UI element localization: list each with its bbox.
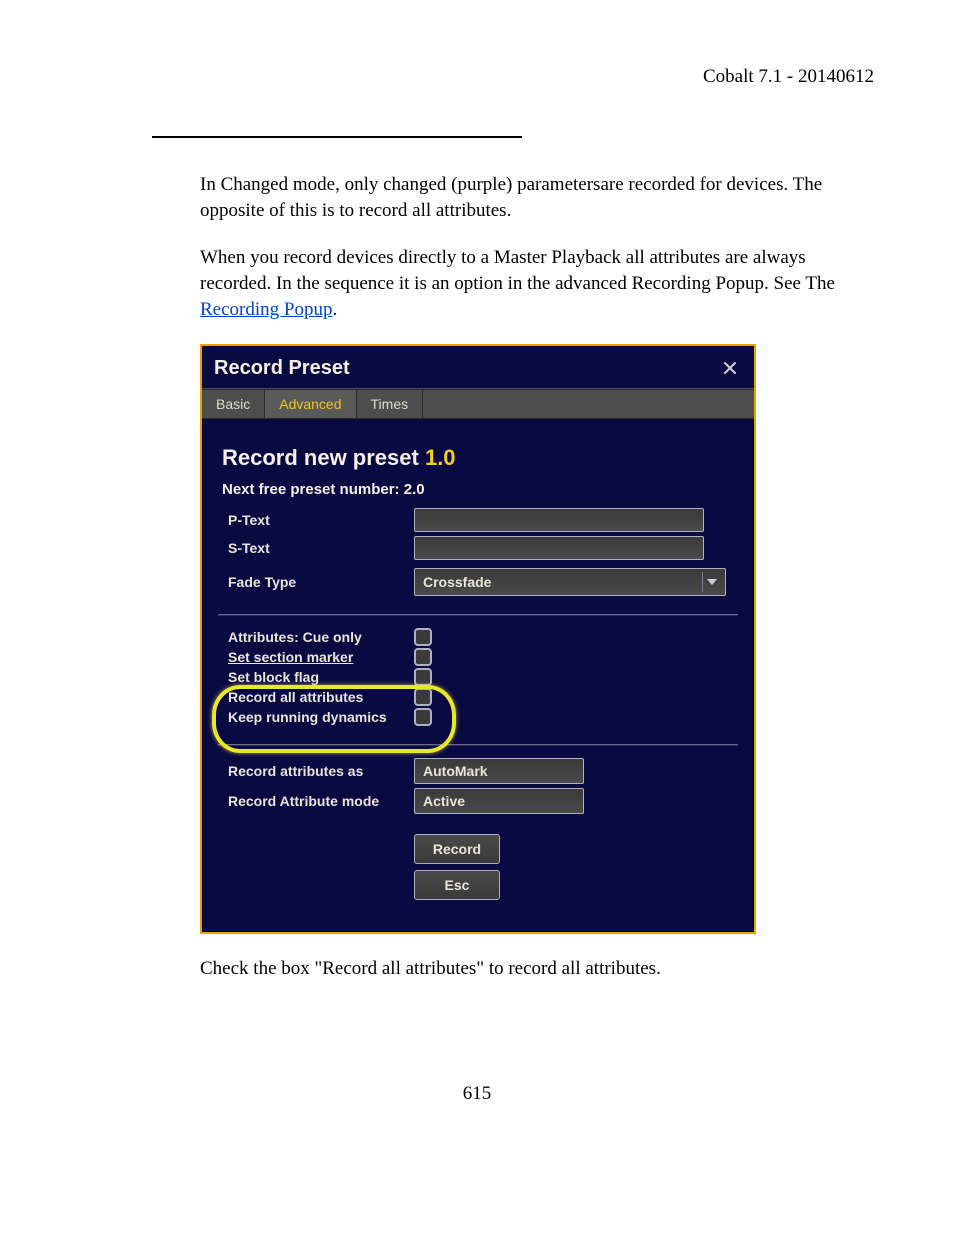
ptext-label: P-Text [218, 512, 414, 528]
record-attrs-as-label: Record attributes as [218, 763, 414, 779]
set-block-flag-checkbox[interactable] [414, 668, 432, 686]
tab-advanced[interactable]: Advanced [265, 390, 356, 418]
paragraph-2-text-a: When you record devices directly to a Ma… [200, 247, 835, 294]
heading-number: 1.0 [425, 445, 456, 470]
dialog-titlebar: Record Preset [202, 346, 754, 389]
section-divider [152, 136, 522, 138]
page-number: 615 [0, 1083, 954, 1105]
record-attrs-as-select[interactable]: AutoMark [414, 758, 584, 784]
divider-1 [218, 614, 738, 616]
record-button[interactable]: Record [414, 834, 500, 864]
record-attr-mode-select[interactable]: Active [414, 788, 584, 814]
close-icon[interactable] [718, 356, 742, 380]
record-preset-dialog: Record Preset Basic Advanced Times Recor… [200, 344, 756, 934]
ptext-input[interactable] [414, 508, 704, 532]
fadetype-value: Crossfade [423, 574, 491, 590]
fadetype-label: Fade Type [218, 574, 414, 590]
stext-label: S-Text [218, 540, 414, 556]
keep-running-dynamics-checkbox[interactable] [414, 708, 432, 726]
paragraph-2-text-b: . [332, 299, 337, 320]
header-version: Cobalt 7.1 - 20140612 [80, 66, 874, 88]
fadetype-select[interactable]: Crossfade [414, 568, 726, 596]
recording-popup-link[interactable]: Recording Popup [200, 299, 332, 320]
stext-input[interactable] [414, 536, 704, 560]
record-attrs-as-value: AutoMark [423, 763, 488, 779]
record-all-attributes-label: Record all attributes [218, 689, 414, 705]
paragraph-1: In Changed mode, only changed (purple) p… [200, 172, 874, 223]
divider-2 [218, 744, 738, 746]
tab-basic[interactable]: Basic [202, 390, 265, 418]
chevron-down-icon [702, 572, 721, 592]
record-attr-mode-value: Active [423, 793, 465, 809]
content-heading: Record new preset 1.0 [222, 445, 738, 471]
set-section-marker-checkbox[interactable] [414, 648, 432, 666]
set-block-flag-label: Set block flag [218, 669, 414, 685]
attrs-cue-only-checkbox[interactable] [414, 628, 432, 646]
next-free-value: 2.0 [404, 481, 425, 498]
keep-running-dynamics-label: Keep running dynamics [218, 709, 414, 725]
next-free-label: Next free preset number: [222, 481, 404, 498]
tab-bar: Basic Advanced Times [202, 389, 754, 419]
esc-button[interactable]: Esc [414, 870, 500, 900]
dialog-title: Record Preset [214, 357, 350, 380]
set-section-marker-label: Set section marker [218, 649, 414, 665]
record-all-attributes-checkbox[interactable] [414, 688, 432, 706]
dialog-content: Record new preset 1.0 Next free preset n… [202, 419, 754, 906]
next-free-preset: Next free preset number: 2.0 [222, 481, 738, 498]
tab-times[interactable]: Times [357, 390, 424, 418]
paragraph-2: When you record devices directly to a Ma… [200, 245, 874, 322]
attrs-cue-only-label: Attributes: Cue only [218, 629, 414, 645]
heading-prefix: Record new preset [222, 445, 425, 470]
record-attr-mode-label: Record Attribute mode [218, 793, 414, 809]
paragraph-3: Check the box "Record all attributes" to… [200, 956, 874, 982]
